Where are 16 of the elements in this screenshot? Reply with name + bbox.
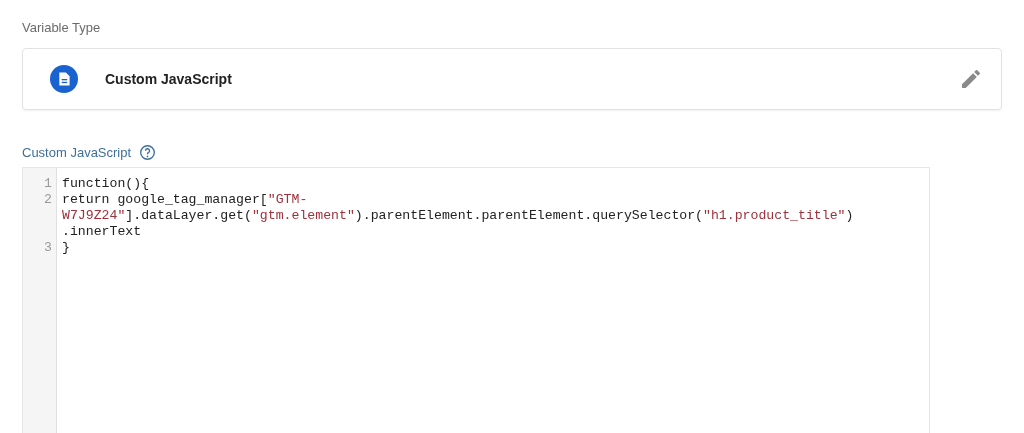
line-number: 2: [44, 192, 52, 207]
variable-type-card[interactable]: Custom JavaScript: [22, 48, 1002, 110]
code-line: function(){: [62, 176, 150, 192]
section-label: Variable Type: [22, 20, 101, 35]
help-icon[interactable]: [139, 144, 157, 161]
code-line: return google_tag_manager["GTM-: [62, 192, 308, 208]
code-line: }: [62, 240, 70, 256]
edit-icon[interactable]: [959, 67, 983, 91]
line-number: 3: [44, 240, 52, 255]
document-icon: [50, 65, 78, 93]
code-editor[interactable]: 1 2 3 function(){ return google_tag_manager["GTM- W7J9Z24"].dataLayer.get("gtm.element").parentElement.parentElement.querySelector("h1.product_title") .innerText }: [22, 167, 930, 433]
variable-type-name: Custom JavaScript: [105, 71, 232, 87]
code-line: .innerText: [62, 224, 142, 240]
code-line: W7J9Z24"].dataLayer.get("gtm.element").parentElement.parentElement.querySelector("h1.product_title"): [62, 208, 854, 224]
field-label: Custom JavaScript: [22, 145, 132, 160]
line-number: 1: [44, 176, 52, 191]
